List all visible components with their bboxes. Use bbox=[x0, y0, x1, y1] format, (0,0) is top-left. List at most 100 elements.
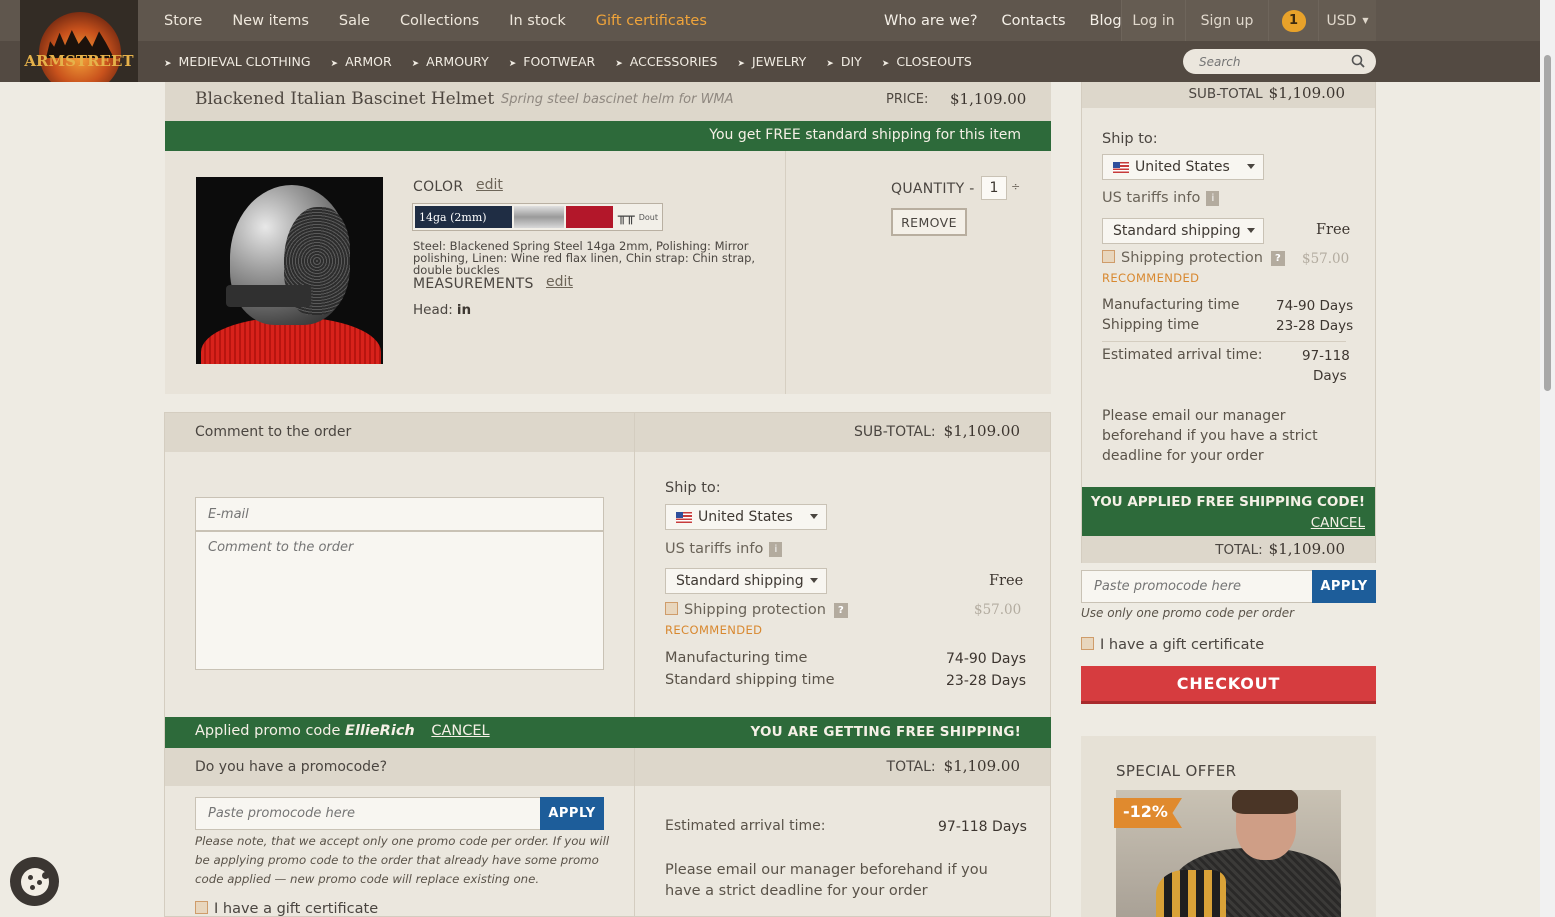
email-field[interactable] bbox=[195, 497, 604, 531]
nav-in-stock[interactable]: In stock bbox=[509, 13, 566, 29]
applied-promo-prefix: Applied promo code bbox=[195, 723, 341, 739]
promo-note: Please note, that we accept only one pro… bbox=[195, 834, 610, 886]
nav-sale[interactable]: Sale bbox=[339, 13, 370, 29]
quantity-input[interactable] bbox=[981, 176, 1007, 200]
cat-armor[interactable]: ARMOR bbox=[331, 54, 392, 69]
tariffs-info[interactable]: US tariffs info i bbox=[665, 541, 783, 557]
mfg-time-label: Manufacturing time bbox=[665, 650, 808, 666]
measurements-edit-link[interactable]: edit bbox=[546, 274, 573, 290]
color-swatch: 14ga (2mm) ╥╥ Dout bbox=[412, 203, 663, 231]
shipping-protection-option[interactable]: Shipping protection? bbox=[665, 602, 848, 618]
sidebar-tariffs-info[interactable]: US tariffs info i bbox=[1102, 190, 1220, 206]
sidebar-eta-label: Estimated arrival time: bbox=[1102, 347, 1263, 363]
swatch-steel: 14ga (2mm) bbox=[415, 206, 512, 228]
category-nav: MEDIEVAL CLOTHING ARMOR ARMOURY FOOTWEAR… bbox=[164, 41, 992, 82]
sidebar-recommended-badge: RECOMMENDED bbox=[1102, 271, 1200, 285]
sidebar-protection-option[interactable]: Shipping protection? bbox=[1102, 250, 1285, 266]
currency-select[interactable]: USD ▼ bbox=[1318, 0, 1376, 41]
nav-blog[interactable]: Blog bbox=[1090, 13, 1122, 29]
main-nav: Store New items Sale Collections In stoc… bbox=[164, 0, 737, 41]
nav-gift-certificates[interactable]: Gift certificates bbox=[596, 13, 707, 29]
comment-field[interactable] bbox=[195, 531, 604, 670]
scrollbar-thumb[interactable] bbox=[1544, 55, 1551, 391]
nav-who-are-we[interactable]: Who are we? bbox=[884, 13, 978, 29]
color-edit-link[interactable]: edit bbox=[476, 177, 503, 193]
sidebar-subtotal-value: $1,109.00 bbox=[1268, 84, 1345, 102]
shipping-method-select[interactable]: Standard shipping bbox=[665, 568, 827, 594]
remove-button[interactable]: REMOVE bbox=[891, 208, 967, 236]
sidebar-gift-certificate-option[interactable]: I have a gift certificate bbox=[1081, 637, 1264, 653]
color-description: Steel: Blackened Spring Steel 14ga 2mm, … bbox=[413, 239, 756, 277]
sidebar-protection-checkbox[interactable] bbox=[1102, 250, 1115, 263]
info-icon[interactable]: i bbox=[1206, 191, 1220, 206]
std-ship-time-value: 23-28 Days bbox=[946, 673, 1027, 689]
sidebar-gift-label: I have a gift certificate bbox=[1100, 637, 1265, 653]
product-header: Blackened Italian Bascinet Helmet Spring… bbox=[165, 82, 1051, 121]
sidebar-protection-label: Shipping protection bbox=[1121, 250, 1263, 266]
divider bbox=[1102, 341, 1346, 342]
cat-closeouts[interactable]: CLOSEOUTS bbox=[882, 54, 971, 69]
nav-new-items[interactable]: New items bbox=[232, 13, 309, 29]
apply-promo-button[interactable]: APPLY bbox=[540, 797, 604, 830]
sidebar-country-value: United States bbox=[1135, 159, 1230, 175]
image-shoulder bbox=[1156, 870, 1226, 917]
cat-medieval-clothing[interactable]: MEDIEVAL CLOTHING bbox=[164, 54, 311, 69]
head-label: Head: bbox=[413, 302, 453, 318]
subtotal-label: SUB-TOTAL: bbox=[854, 424, 936, 440]
sidebar-gift-checkbox[interactable] bbox=[1081, 637, 1094, 650]
cat-footwear[interactable]: FOOTWEAR bbox=[509, 54, 595, 69]
search-icon[interactable] bbox=[1351, 54, 1365, 68]
cart-button[interactable]: 1 bbox=[1268, 0, 1318, 41]
sidebar-country-select[interactable]: United States bbox=[1102, 154, 1264, 180]
country-select[interactable]: United States bbox=[665, 504, 827, 530]
cart-bag-icon: 1 bbox=[1281, 9, 1306, 32]
sidebar-applied-code-banner: YOU APPLIED FREE SHIPPING CODE! CANCEL bbox=[1082, 487, 1375, 536]
help-icon[interactable]: ? bbox=[833, 603, 848, 618]
cookie-settings-button[interactable] bbox=[10, 857, 59, 906]
divider bbox=[785, 151, 786, 394]
us-flag-icon bbox=[1113, 161, 1129, 173]
tariffs-label: US tariffs info bbox=[665, 541, 764, 557]
sidebar-apply-button[interactable]: APPLY bbox=[1312, 570, 1376, 603]
promo-code-input[interactable] bbox=[195, 797, 541, 830]
cat-diy[interactable]: DIY bbox=[826, 54, 862, 69]
ship-to-label: Ship to: bbox=[665, 480, 721, 496]
signup-link[interactable]: Sign up bbox=[1185, 0, 1268, 41]
total-label: TOTAL: bbox=[886, 759, 936, 775]
shipping-cost: Free bbox=[989, 573, 1024, 589]
cat-armoury[interactable]: ARMOURY bbox=[412, 54, 489, 69]
country-value: United States bbox=[698, 509, 793, 525]
product-title[interactable]: Blackened Italian Bascinet Helmet bbox=[195, 89, 494, 109]
sidebar-cancel-link[interactable]: CANCEL bbox=[1311, 515, 1365, 531]
sidebar-total-label: TOTAL: bbox=[1215, 542, 1263, 558]
search-input[interactable] bbox=[1183, 49, 1376, 74]
nav-collections[interactable]: Collections bbox=[400, 13, 479, 29]
quantity-stepper-icon[interactable]: ÷ bbox=[1011, 180, 1020, 193]
swatch-buckles: ╥╥ Dout bbox=[615, 206, 660, 228]
checkout-button[interactable]: CHECKOUT bbox=[1081, 666, 1376, 704]
nav-contacts[interactable]: Contacts bbox=[1002, 13, 1066, 29]
nav-store[interactable]: Store bbox=[164, 13, 202, 29]
sidebar-shipping-method-select[interactable]: Standard shipping bbox=[1102, 218, 1264, 244]
sidebar-promo-input[interactable] bbox=[1081, 570, 1313, 603]
login-link[interactable]: Log in bbox=[1121, 0, 1185, 41]
chevron-down-icon: ▼ bbox=[1362, 16, 1369, 25]
info-icon[interactable]: i bbox=[769, 542, 783, 557]
special-offer-title: SPECIAL OFFER bbox=[1116, 762, 1237, 780]
logo-text: ARMSTREET bbox=[24, 52, 134, 70]
cat-accessories[interactable]: ACCESSORIES bbox=[615, 54, 718, 69]
total-row: TOTAL: $1,109.00 bbox=[635, 748, 1050, 786]
mfg-time-value: 74-90 Days bbox=[946, 651, 1027, 667]
cancel-promo-link[interactable]: CANCEL bbox=[431, 723, 489, 739]
protection-checkbox[interactable] bbox=[665, 602, 678, 615]
us-flag-icon bbox=[676, 511, 692, 523]
sidebar-eta-value: 97-118 bbox=[1302, 348, 1350, 364]
sidebar-mfg-label: Manufacturing time bbox=[1102, 297, 1240, 313]
product-image[interactable] bbox=[196, 177, 383, 364]
cat-jewelry[interactable]: JEWELRY bbox=[737, 54, 806, 69]
sidebar-ship-to: Ship to: bbox=[1102, 131, 1158, 147]
help-icon[interactable]: ? bbox=[1270, 251, 1285, 266]
logo[interactable]: ARMSTREET bbox=[20, 0, 138, 82]
gift-checkbox[interactable] bbox=[195, 901, 208, 914]
gift-certificate-option[interactable]: I have a gift certificate bbox=[195, 901, 378, 917]
